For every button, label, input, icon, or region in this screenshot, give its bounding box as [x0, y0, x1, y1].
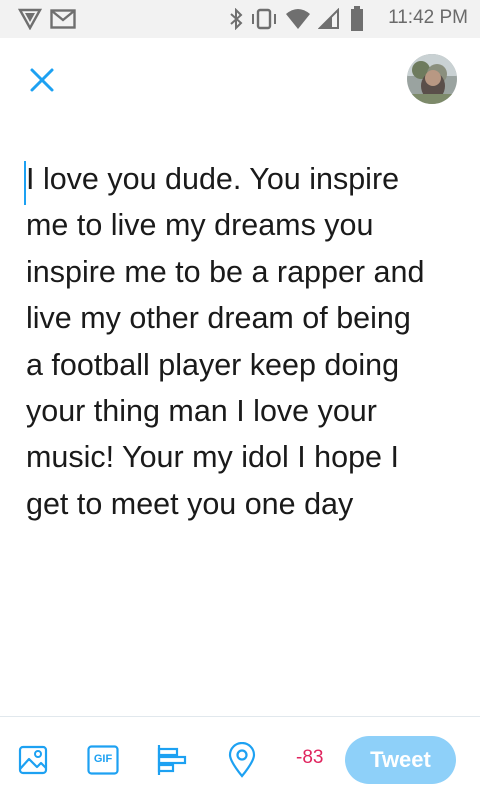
- image-icon[interactable]: [18, 745, 48, 775]
- close-icon: [30, 68, 54, 92]
- gif-button[interactable]: GIF: [87, 745, 119, 775]
- avatar-image: [407, 54, 457, 104]
- gif-label: GIF: [93, 753, 113, 765]
- bluetooth-icon: [230, 8, 243, 30]
- battery-icon: [351, 6, 363, 31]
- status-bar: 11:42 PM: [0, 0, 480, 38]
- vpn-shield-icon: [18, 8, 42, 30]
- close-button[interactable]: [24, 62, 60, 98]
- status-time: 11:42 PM: [388, 7, 468, 28]
- character-count: -83: [296, 747, 324, 768]
- signal-icon: [318, 8, 339, 29]
- user-avatar[interactable]: [407, 54, 457, 104]
- gmail-icon: [50, 9, 76, 29]
- location-icon[interactable]: [227, 742, 257, 778]
- tweet-text-input[interactable]: I love you dude. You inspire me to live …: [26, 156, 456, 527]
- tweet-compose-screen: 11:42 PM I love you dude. You inspire me…: [0, 0, 480, 800]
- poll-icon[interactable]: [156, 743, 188, 777]
- compose-toolbar: GIF -83 Tweet: [0, 716, 480, 800]
- tweet-button[interactable]: Tweet: [345, 736, 456, 784]
- vibrate-icon: [252, 8, 276, 30]
- wifi-icon: [286, 9, 310, 29]
